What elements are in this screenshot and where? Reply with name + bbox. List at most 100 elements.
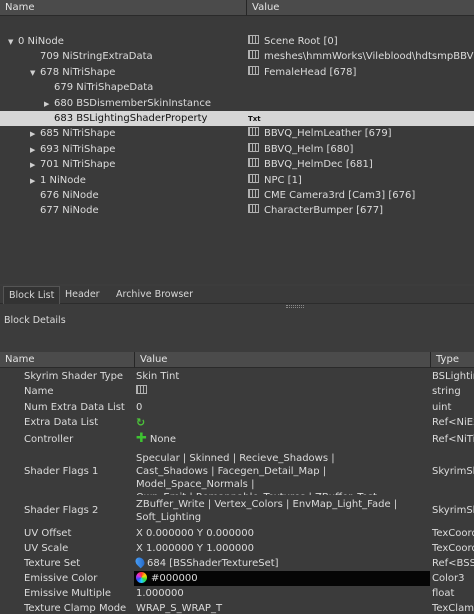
- string-value-icon: [136, 385, 148, 395]
- tree-node-name: 709 NiStringExtraData: [40, 51, 153, 63]
- detail-value[interactable]: Skin Tint: [134, 369, 430, 384]
- add-icon[interactable]: ✚: [136, 432, 147, 445]
- detail-type: Color3: [432, 573, 465, 584]
- string-value-icon: [248, 35, 260, 45]
- tree-node-name: 1 NiNode: [40, 174, 86, 186]
- tree-node-name-cell: 677 NiNode: [30, 203, 244, 218]
- detail-value[interactable]: 1.000000: [134, 586, 430, 601]
- detail-row[interactable]: Num Extra Data List 0 uint: [0, 400, 474, 415]
- tree-node-value-cell: FemaleHead [678]: [248, 65, 474, 80]
- collapsed-arrow-icon[interactable]: ▶: [30, 174, 40, 189]
- collapsed-arrow-icon[interactable]: ▶: [30, 158, 40, 173]
- tree-header-value[interactable]: Value: [246, 0, 474, 16]
- detail-row[interactable]: UV Offset X 0.000000 Y 0.000000 TexCoord: [0, 527, 474, 541]
- tree-row[interactable]: 709 NiStringExtraData meshes\hmmWorks\Vil…: [0, 49, 474, 64]
- detail-row[interactable]: Emissive Color #000000 Color3: [0, 571, 474, 586]
- detail-name: Emissive Color: [24, 573, 98, 584]
- expanded-arrow-icon[interactable]: ▼: [30, 66, 40, 81]
- detail-value-text: 1.000000: [136, 588, 184, 599]
- tab-header[interactable]: Header: [60, 286, 105, 304]
- detail-type: SkyrimShaderPropertyFlags2: [432, 505, 474, 516]
- refresh-icon[interactable]: ↻: [136, 415, 145, 431]
- collapsed-arrow-icon[interactable]: ▶: [44, 97, 54, 112]
- texture-drop-icon: [134, 556, 147, 569]
- tree-row[interactable]: 677 NiNode CharacterBumper [677]: [0, 203, 474, 218]
- dock-tab-bar: Block List Header Archive Browser: [0, 286, 474, 304]
- detail-name: Texture Clamp Mode: [24, 603, 127, 614]
- tree-node-name-cell: ▶ 701 NiTriShape: [30, 157, 244, 173]
- detail-type: Ref<BSShaderTextureSet>: [432, 558, 474, 569]
- collapsed-arrow-icon[interactable]: ▶: [30, 143, 40, 158]
- detail-name: Skyrim Shader Type: [24, 371, 124, 382]
- detail-value[interactable]: ✚ None: [134, 431, 430, 448]
- detail-row[interactable]: Controller✚NoneRef<NiTimeController>: [0, 431, 474, 448]
- details-header-name[interactable]: Name: [0, 352, 134, 368]
- detail-row[interactable]: Emissive Multiple 1.000000 float: [0, 586, 474, 601]
- string-value-icon: [248, 173, 260, 184]
- detail-value[interactable]: Specular | Skinned | Recieve_Shadows | Ca…: [134, 448, 430, 495]
- detail-row[interactable]: Extra Data List ↻ Ref<NiExtraData>: [0, 415, 474, 431]
- detail-row[interactable]: Shader Flags 1 Specular | Skinned | Recie…: [0, 448, 474, 495]
- splitter-handle[interactable]: [286, 305, 304, 308]
- tree-row[interactable]: 683 BSLightingShaderProperty Txt: [0, 111, 474, 127]
- tree-node-name: 685 NiTriShape: [40, 128, 116, 140]
- string-value-icon: [248, 127, 260, 137]
- tree-row[interactable]: ▶ 1 NiNode NPC [1]: [0, 173, 474, 188]
- detail-value[interactable]: ↻: [134, 415, 430, 431]
- tree-node-value: NPC [1]: [264, 174, 302, 186]
- tree-node-value-cell: BBVQ_HelmLeather [679]: [248, 126, 474, 141]
- tree-node-name-cell: 679 NiTriShapeData: [44, 80, 244, 95]
- detail-type: Ref<NiTimeController>: [432, 434, 474, 445]
- tree-node-value-cell: BBVQ_Helm [680]: [248, 142, 474, 157]
- detail-name: Texture Set: [24, 558, 81, 569]
- detail-type: TexClampMode: [432, 603, 474, 614]
- tree-row[interactable]: ▶ 701 NiTriShape BBVQ_HelmDec [681]: [0, 157, 474, 172]
- detail-value[interactable]: 0: [134, 400, 430, 415]
- tree-node-name-cell: ▶ 1 NiNode: [30, 173, 244, 189]
- tree-row[interactable]: 676 NiNode CME Camera3rd [Cam3] [676]: [0, 188, 474, 203]
- detail-value-text: 0: [136, 402, 143, 413]
- tab-archive-browser[interactable]: Archive Browser: [111, 286, 198, 304]
- tab-block-list[interactable]: Block List: [3, 286, 61, 304]
- tree-node-value: BBVQ_HelmDec [681]: [264, 159, 373, 171]
- details-header-type[interactable]: Type: [430, 352, 474, 368]
- detail-value-text: None: [149, 434, 176, 445]
- tree-node-name-cell: ▶ 680 BSDismemberSkinInstance: [44, 96, 244, 112]
- detail-value[interactable]: WRAP_S_WRAP_T: [134, 601, 430, 614]
- block-details-table[interactable]: Name Value Type Skyrim Shader Type Skin T…: [0, 352, 474, 614]
- detail-value[interactable]: #000000: [134, 571, 430, 586]
- tree-row[interactable]: ▶ 680 BSDismemberSkinInstance: [0, 96, 474, 111]
- expanded-arrow-icon[interactable]: ▼: [8, 35, 18, 50]
- tree-header-name[interactable]: Name: [0, 0, 246, 16]
- tree-row[interactable]: 679 NiTriShapeData: [0, 80, 474, 95]
- detail-row[interactable]: Texture Set 684 [BSShaderTextureSet] Ref<B…: [0, 556, 474, 571]
- detail-row[interactable]: Skyrim Shader Type Skin Tint BSLightingSha…: [0, 369, 474, 384]
- tree-row[interactable]: ▼ 678 NiTriShape FemaleHead [678]: [0, 65, 474, 80]
- detail-value[interactable]: X 0.000000 Y 0.000000: [134, 527, 430, 541]
- tree-node-name-cell: ▶ 693 NiTriShape: [30, 142, 244, 158]
- tree-node-value: Scene Root [0]: [264, 36, 338, 47]
- tree-node-value: meshes\hmmWorks\Vileblood\hdtsmpBBVQ_Fem: [264, 51, 474, 63]
- detail-value[interactable]: 684 [BSShaderTextureSet]: [134, 556, 430, 571]
- tree-node-value-cell: meshes\hmmWorks\Vileblood\hdtsmpBBVQ_Fem: [248, 49, 474, 64]
- detail-value[interactable]: ZBuffer_Write | Vertex_Colors | EnvMap_L…: [134, 495, 430, 527]
- color-wheel-icon[interactable]: [136, 572, 147, 583]
- detail-type: TexCoord: [432, 543, 474, 554]
- tree-row[interactable]: ▶ 693 NiTriShape BBVQ_Helm [680]: [0, 142, 474, 157]
- tree-row[interactable]: ▶ 685 NiTriShape BBVQ_HelmLeather [679]: [0, 126, 474, 141]
- detail-value[interactable]: [134, 384, 430, 399]
- detail-name: Num Extra Data List: [24, 402, 125, 413]
- detail-row[interactable]: Name string: [0, 384, 474, 399]
- detail-name: Emissive Multiple: [24, 588, 112, 599]
- details-header-value[interactable]: Value: [134, 352, 430, 368]
- string-value-icon: [248, 158, 260, 168]
- tree-node-name: 683 BSLightingShaderProperty: [54, 113, 208, 124]
- tree-node-name-cell: ▼ 678 NiTriShape: [30, 65, 244, 81]
- detail-row[interactable]: Texture Clamp Mode WRAP_S_WRAP_T TexClampM…: [0, 601, 474, 614]
- block-list-tree[interactable]: Name Value ▼ 0 NiNode Scene Root [0] 709 Ni…: [0, 0, 474, 284]
- detail-row[interactable]: Shader Flags 2 ZBuffer_Write | Vertex_Col…: [0, 495, 474, 527]
- detail-row[interactable]: UV Scale X 1.000000 Y 1.000000 TexCoord: [0, 541, 474, 556]
- detail-value[interactable]: X 1.000000 Y 1.000000: [134, 541, 430, 556]
- collapsed-arrow-icon[interactable]: ▶: [30, 127, 40, 142]
- tree-row[interactable]: ▼ 0 NiNode Scene Root [0]: [0, 34, 474, 49]
